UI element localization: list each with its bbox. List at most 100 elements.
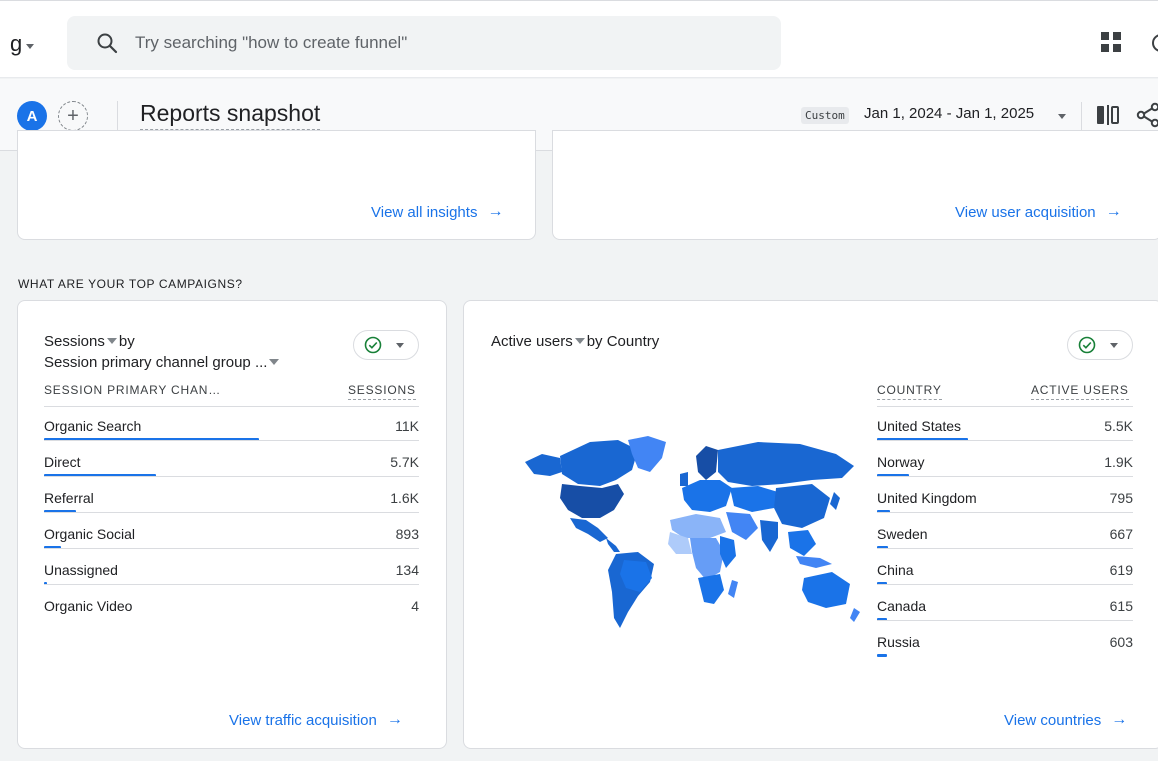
table-row-label[interactable]: United States xyxy=(877,418,961,434)
divider xyxy=(877,440,1133,441)
divider xyxy=(44,584,419,585)
metric-selector[interactable]: Active users xyxy=(491,333,573,350)
date-range-picker[interactable]: Jan 1, 2024 - Jan 1, 2025 xyxy=(864,105,1034,122)
table-row-label[interactable]: Russia xyxy=(877,634,920,650)
compare-columns-icon[interactable] xyxy=(1096,104,1122,126)
table-row-label[interactable]: Organic Search xyxy=(44,418,141,434)
table-row-value: 615 xyxy=(1109,598,1133,614)
map-region-central-america xyxy=(606,538,620,552)
card-options-button[interactable] xyxy=(353,330,419,360)
link-label: View countries xyxy=(1004,711,1102,729)
divider xyxy=(44,406,419,407)
table-row-value: 1.9K xyxy=(1104,454,1133,470)
add-comparison-button[interactable]: + xyxy=(58,101,88,131)
dropdown-triangle-icon[interactable] xyxy=(574,338,585,345)
map-region-madagascar xyxy=(728,580,738,598)
avatar[interactable]: A xyxy=(17,101,47,131)
section-heading: WHAT ARE YOUR TOP CAMPAIGNS? xyxy=(18,277,243,291)
table-row-value: 134 xyxy=(395,562,419,578)
map-region-russia xyxy=(718,442,854,486)
table-row-label[interactable]: Direct xyxy=(44,454,81,470)
arrow-right-icon: → xyxy=(1105,203,1122,220)
link-label: View traffic acquisition xyxy=(229,711,377,729)
search-icon xyxy=(97,33,118,54)
table-row-label[interactable]: Unassigned xyxy=(44,562,118,578)
top-bar: g xyxy=(0,0,1158,78)
map-region-central-asia xyxy=(730,486,778,512)
view-countries-link[interactable]: View countries → xyxy=(1004,711,1127,729)
chevron-down-icon xyxy=(26,43,35,49)
arrow-right-icon: → xyxy=(386,711,403,728)
divider xyxy=(1081,102,1082,130)
table-row-label[interactable]: Sweden xyxy=(877,526,928,542)
table-row-label[interactable]: Organic Video xyxy=(44,598,132,614)
dropdown-triangle-icon[interactable] xyxy=(269,359,280,366)
help-icon[interactable] xyxy=(1152,34,1158,52)
table-row-label[interactable]: China xyxy=(877,562,914,578)
search-input[interactable] xyxy=(135,33,695,53)
map-region-east-africa xyxy=(720,536,736,568)
map-region-indonesia xyxy=(796,556,832,568)
by-country-text: by Country xyxy=(586,333,660,350)
card-options-button[interactable] xyxy=(1067,330,1133,360)
map-region-new-zealand xyxy=(850,608,860,622)
divider xyxy=(44,476,419,477)
table-row-value: 5.5K xyxy=(1104,418,1133,434)
table-row-label[interactable]: Norway xyxy=(877,454,924,470)
apps-grid-icon[interactable] xyxy=(1101,32,1123,54)
check-circle-icon xyxy=(364,336,382,354)
link-label: View user acquisition xyxy=(955,203,1096,221)
chevron-down-icon xyxy=(396,342,404,348)
sessions-card-title: Sessions by Session primary channel group… xyxy=(44,331,281,373)
map-region-scandinavia xyxy=(696,446,718,480)
map-region-china xyxy=(774,484,830,528)
column-header-country[interactable]: COUNTRY xyxy=(877,383,942,400)
custom-badge: Custom xyxy=(801,107,849,124)
table-row-value: 5.7K xyxy=(390,454,419,470)
metric-selector[interactable]: Sessions xyxy=(44,333,105,350)
table-row-value: 667 xyxy=(1109,526,1133,542)
map-region-india xyxy=(760,520,778,552)
chevron-down-icon[interactable] xyxy=(1058,114,1066,119)
table-row-value: 4 xyxy=(411,598,419,614)
view-user-acquisition-link[interactable]: View user acquisition → xyxy=(955,203,1122,221)
table-row-value: 603 xyxy=(1109,634,1133,650)
divider xyxy=(877,548,1133,549)
divider xyxy=(877,476,1133,477)
map-region-mexico xyxy=(570,518,608,542)
map-region-southern-africa xyxy=(698,574,724,604)
table-row-label[interactable]: Canada xyxy=(877,598,926,614)
view-all-insights-link[interactable]: View all insights → xyxy=(371,203,503,221)
column-header-active-users[interactable]: ACTIVE USERS xyxy=(1031,383,1129,400)
map-region-southeast-asia xyxy=(788,530,816,556)
map-region-alaska xyxy=(525,454,562,476)
active-users-card-title: Active users by Country xyxy=(491,331,659,352)
share-icon[interactable] xyxy=(1136,102,1158,128)
arrow-right-icon: → xyxy=(487,203,504,220)
dropdown-triangle-icon[interactable] xyxy=(106,338,117,345)
map-region-greenland xyxy=(628,436,666,472)
table-row-value: 795 xyxy=(1109,490,1133,506)
view-traffic-acquisition-link[interactable]: View traffic acquisition → xyxy=(229,711,403,729)
search-bar[interactable] xyxy=(67,16,781,70)
dimension-selector[interactable]: Session primary channel group ... xyxy=(44,354,267,371)
table-row-label[interactable]: United Kingdom xyxy=(877,490,977,506)
column-header-dimension[interactable]: SESSION PRIMARY CHAN… xyxy=(44,383,221,397)
divider xyxy=(117,101,118,131)
divider xyxy=(44,440,419,441)
user-acquisition-card: View user acquisition → xyxy=(552,130,1158,240)
column-header-sessions[interactable]: SESSIONS xyxy=(348,383,416,400)
arrow-right-icon: → xyxy=(1111,711,1128,728)
account-selector[interactable]: g xyxy=(10,31,35,57)
link-label: View all insights xyxy=(371,203,478,221)
table-row-label[interactable]: Referral xyxy=(44,490,94,506)
map-region-central-africa xyxy=(690,538,724,580)
table-row-label[interactable]: Organic Social xyxy=(44,526,135,542)
table-row-value: 11K xyxy=(395,418,419,434)
map-region-north-africa xyxy=(670,514,726,538)
map-region-australia xyxy=(802,572,850,608)
table-row-value: 893 xyxy=(395,526,419,542)
world-map[interactable] xyxy=(520,432,865,637)
map-region-united-states xyxy=(560,484,624,518)
divider xyxy=(44,512,419,513)
